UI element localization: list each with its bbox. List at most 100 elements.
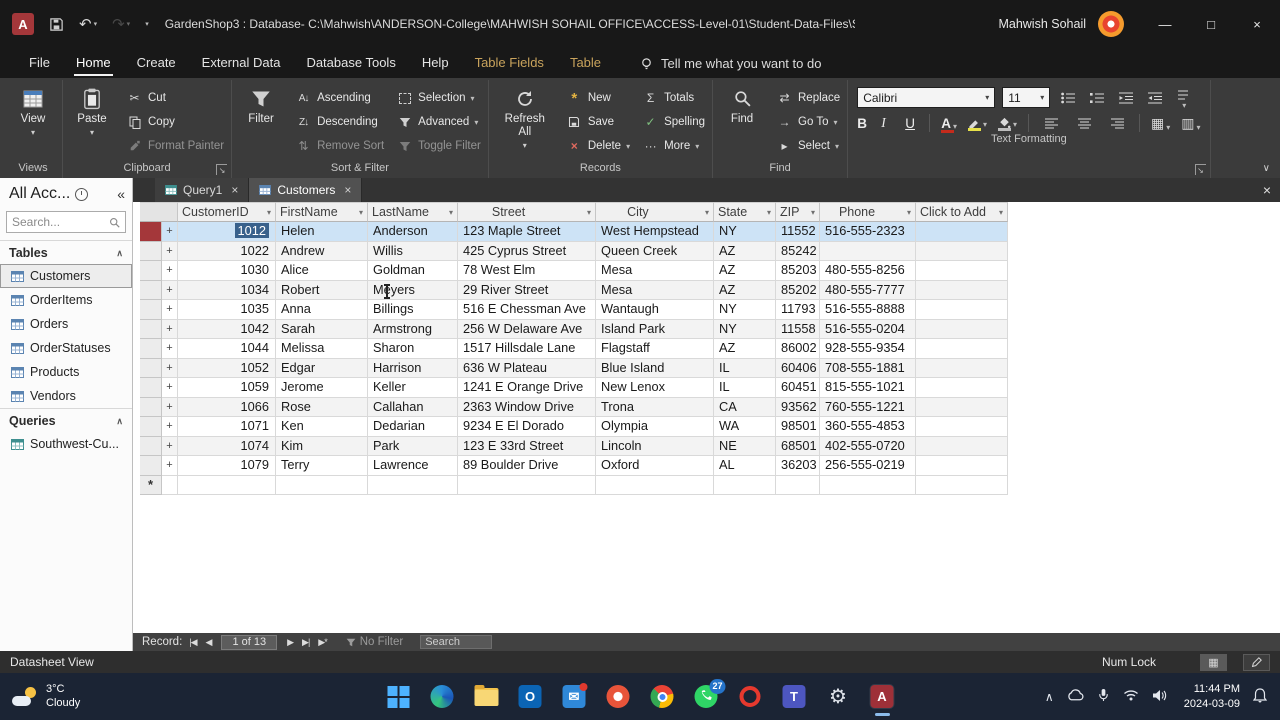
cell-customerid[interactable]: 1052 xyxy=(178,358,276,378)
cell-click-to-add[interactable] xyxy=(916,222,1008,242)
cell-customerid[interactable]: 1012 xyxy=(178,222,276,242)
nav-search-input[interactable] xyxy=(12,215,109,229)
close-tab-icon[interactable]: × xyxy=(344,183,351,197)
cell-customerid[interactable]: 1059 xyxy=(178,378,276,398)
cell-state[interactable]: NY xyxy=(714,300,776,320)
ribbon-tab-external-data[interactable]: External Data xyxy=(189,48,294,78)
ribbon-tab-help[interactable]: Help xyxy=(409,48,462,78)
column-header-zip[interactable]: ZIP ▾ xyxy=(776,202,820,222)
filter-button[interactable]: Filter xyxy=(239,82,283,126)
cell-state[interactable]: IL xyxy=(714,358,776,378)
close-object-button[interactable]: × xyxy=(1263,178,1271,202)
column-dropdown-icon[interactable]: ▾ xyxy=(447,208,453,217)
record-selector[interactable] xyxy=(140,358,162,378)
app-icon-orange-app[interactable] xyxy=(606,684,631,709)
record-search-input[interactable] xyxy=(420,635,493,649)
cell-lastname[interactable]: Billings xyxy=(368,300,458,320)
row-expander[interactable]: + xyxy=(162,222,178,242)
cell-street[interactable]: 9234 E El Dorado xyxy=(458,417,596,437)
cell-state[interactable]: AL xyxy=(714,456,776,476)
nav-objects-menu-icon[interactable] xyxy=(75,187,89,201)
cell-zip[interactable]: 93562 xyxy=(776,397,820,417)
cell-phone[interactable]: 928-555-9354 xyxy=(820,339,916,359)
previous-record-button[interactable]: ◀ xyxy=(204,637,214,648)
cell-lastname[interactable]: Harrison xyxy=(368,358,458,378)
nav-item-southwest-customers[interactable]: Southwest-Cu... xyxy=(0,432,132,456)
cell-zip[interactable]: 85203 xyxy=(776,261,820,281)
cell-city[interactable]: Flagstaff xyxy=(596,339,714,359)
cell-firstname[interactable]: Rose xyxy=(276,397,368,417)
cell-phone[interactable]: 516-555-2323 xyxy=(820,222,916,242)
cell-lastname[interactable]: Park xyxy=(368,436,458,456)
gridlines-button[interactable]: ▦ ▾ xyxy=(1151,115,1170,132)
nav-item-products[interactable]: Products xyxy=(0,360,132,384)
nav-item-customers[interactable]: Customers xyxy=(0,264,132,288)
cell-click-to-add[interactable] xyxy=(916,417,1008,437)
cell-zip[interactable]: 11793 xyxy=(776,300,820,320)
cell-city[interactable]: Lincoln xyxy=(596,436,714,456)
copy-button[interactable]: Copy xyxy=(126,113,224,131)
nav-section-queries[interactable]: Queries ∧ xyxy=(0,408,132,432)
close-tab-icon[interactable]: × xyxy=(231,183,238,197)
app-icon-teams[interactable]: T xyxy=(782,684,807,709)
align-right-icon[interactable] xyxy=(1106,114,1128,132)
cell-state[interactable]: AZ xyxy=(714,280,776,300)
font-name-combo[interactable]: Calibri ▾ xyxy=(857,87,996,108)
cell-zip[interactable]: 60406 xyxy=(776,358,820,378)
text-formatting-dialog-launcher[interactable]: ↘ xyxy=(1194,164,1206,175)
row-expander[interactable]: + xyxy=(162,397,178,417)
cut-button[interactable]: ✂ Cut xyxy=(126,89,224,107)
cell-street[interactable]: 29 River Street xyxy=(458,280,596,300)
cell-street[interactable]: 1517 Hillsdale Lane xyxy=(458,339,596,359)
cell-firstname[interactable]: Terry xyxy=(276,456,368,476)
cell-phone[interactable]: 516-555-8888 xyxy=(820,300,916,320)
start-button[interactable] xyxy=(386,684,411,709)
row-expander[interactable]: + xyxy=(162,358,178,378)
app-icon-opera[interactable] xyxy=(738,684,763,709)
spelling-button[interactable]: ✓ Spelling xyxy=(642,113,705,131)
app-icon-whatsapp[interactable]: 27 xyxy=(694,679,726,709)
cell-click-to-add[interactable] xyxy=(916,456,1008,476)
datasheet-view-button[interactable]: ▦ xyxy=(1200,653,1227,671)
cell-customerid[interactable]: 1074 xyxy=(178,436,276,456)
go-to-button[interactable]: → Go To ▾ xyxy=(776,113,840,131)
column-header-customerid[interactable]: CustomerID ▾ xyxy=(178,202,276,222)
cell-zip[interactable]: 36203 xyxy=(776,456,820,476)
cell-state[interactable]: NE xyxy=(714,436,776,456)
cell-customerid[interactable]: 1034 xyxy=(178,280,276,300)
column-dropdown-icon[interactable]: ▾ xyxy=(765,208,771,217)
cell-phone[interactable]: 708-555-1881 xyxy=(820,358,916,378)
nav-item-orderstatuses[interactable]: OrderStatuses xyxy=(0,336,132,360)
column-header-lastname[interactable]: LastName ▾ xyxy=(368,202,458,222)
cell-firstname[interactable]: Andrew xyxy=(276,241,368,261)
row-expander[interactable]: + xyxy=(162,456,178,476)
cell-firstname[interactable]: Robert xyxy=(276,280,368,300)
record-selector[interactable] xyxy=(140,280,162,300)
font-color-button[interactable]: A ▾ xyxy=(941,116,957,133)
cell-firstname[interactable]: Kim xyxy=(276,436,368,456)
cell-click-to-add[interactable] xyxy=(916,397,1008,417)
no-filter-button[interactable]: No Filter xyxy=(346,636,403,648)
highlight-color-button[interactable]: ▾ xyxy=(967,117,987,131)
align-center-icon[interactable] xyxy=(1073,114,1095,132)
cell-firstname[interactable]: Sarah xyxy=(276,319,368,339)
cell-city[interactable]: Oxford xyxy=(596,456,714,476)
save-button[interactable] xyxy=(49,17,64,32)
record-selector[interactable] xyxy=(140,436,162,456)
column-dropdown-icon[interactable]: ▾ xyxy=(905,208,911,217)
cell-click-to-add[interactable] xyxy=(916,261,1008,281)
format-painter-button[interactable]: Format Painter xyxy=(126,137,224,155)
increase-indent-icon[interactable] xyxy=(1144,89,1166,107)
record-selector[interactable] xyxy=(140,456,162,476)
cell-customerid[interactable]: 1071 xyxy=(178,417,276,437)
cell-city[interactable]: Queen Creek xyxy=(596,241,714,261)
italic-button[interactable]: I xyxy=(881,115,894,131)
cell-lastname[interactable]: Keller xyxy=(368,378,458,398)
descending-button[interactable]: Z↓ Descending xyxy=(295,113,384,131)
cell-street[interactable]: 123 E 33rd Street xyxy=(458,436,596,456)
cell-customerid[interactable]: 1079 xyxy=(178,456,276,476)
last-record-button[interactable]: ▶| xyxy=(300,637,311,648)
record-selector[interactable] xyxy=(140,339,162,359)
record-selector[interactable] xyxy=(140,261,162,281)
undo-button[interactable]: ↶ ▾ xyxy=(79,15,97,33)
